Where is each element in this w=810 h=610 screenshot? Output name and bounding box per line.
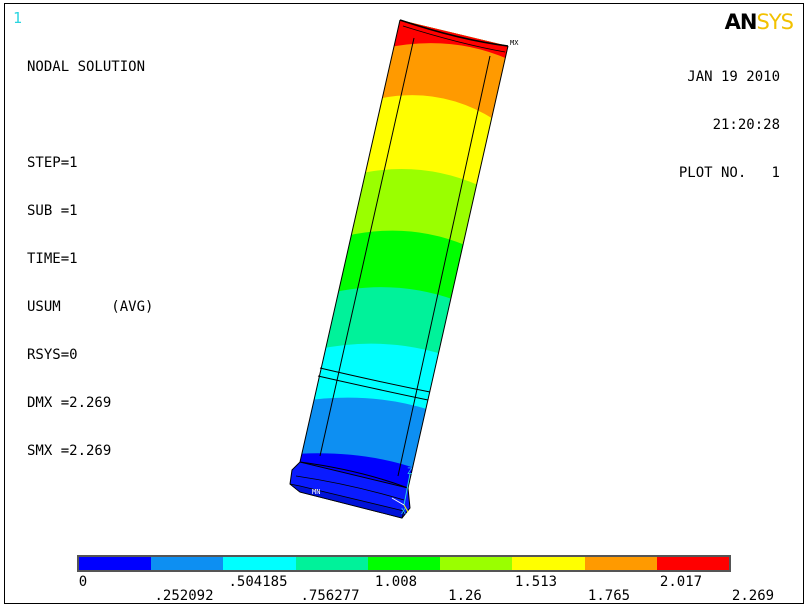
legend-band-7 — [584, 557, 657, 570]
mx-label: MX — [510, 39, 519, 47]
legend-label: 2.269 — [731, 588, 775, 604]
contour-legend-bar — [77, 555, 731, 572]
legend-band-5 — [440, 557, 513, 570]
legend-band-2 — [223, 557, 296, 570]
legend-label: 1.008 — [374, 574, 418, 590]
legend-label: 1.513 — [514, 574, 558, 590]
contour-model: MX MN Z X — [289, 19, 519, 519]
legend-band-1 — [151, 557, 224, 570]
mn-label: MN — [312, 488, 320, 496]
legend-label: .756277 — [300, 588, 360, 604]
legend-label: 0 — [78, 574, 88, 590]
legend-label: .504185 — [228, 574, 288, 590]
legend-band-3 — [295, 557, 368, 570]
legend-band-0 — [79, 557, 152, 570]
x-axis-label: X — [401, 507, 406, 516]
legend-label: 2.017 — [659, 574, 703, 590]
legend-label: 1.26 — [448, 588, 482, 604]
z-axis-label: Z — [407, 467, 413, 477]
legend-label: .252092 — [154, 588, 214, 604]
legend-band-8 — [656, 557, 729, 570]
legend-band-4 — [367, 557, 441, 570]
legend-label: 1.765 — [587, 588, 631, 604]
legend-band-6 — [512, 557, 585, 570]
